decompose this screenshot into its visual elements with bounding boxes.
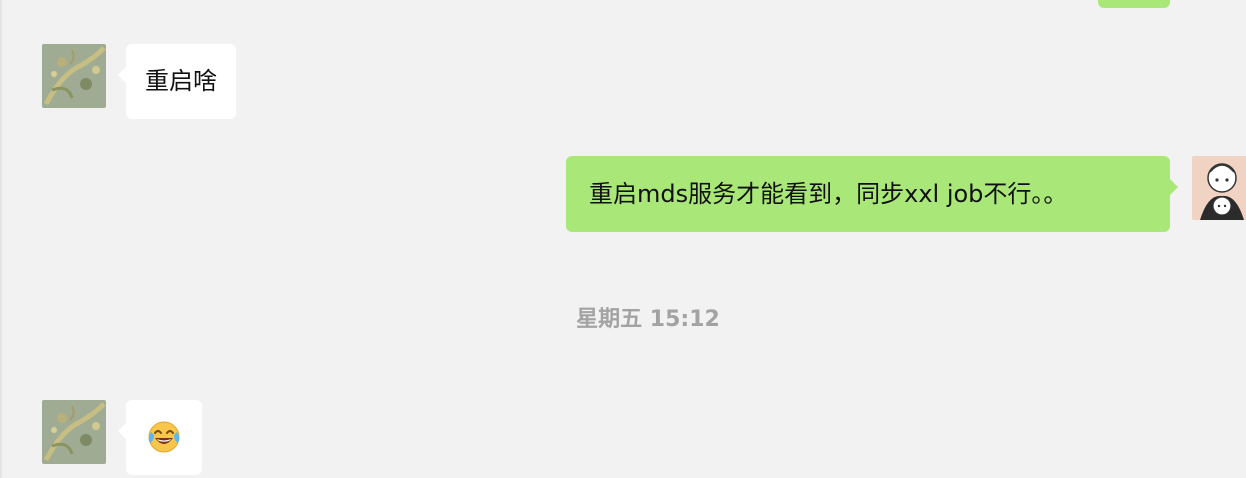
- bubble-tail: [118, 423, 126, 439]
- message-bubble-incoming[interactable]: 重启啥: [118, 44, 236, 119]
- contact-avatar[interactable]: [42, 400, 106, 464]
- message-bubble-outgoing[interactable]: 重启mds服务才能看到，同步xxl job不行。。: [566, 156, 1178, 232]
- contact-avatar-image: [42, 44, 106, 108]
- contact-avatar[interactable]: [42, 44, 106, 108]
- face-with-tears-of-joy-icon: [148, 421, 180, 453]
- contact-avatar-image: [42, 400, 106, 464]
- message-timestamp: 星期五 15:12: [576, 307, 720, 332]
- own-avatar[interactable]: [1192, 156, 1246, 220]
- message-bubble-incoming[interactable]: [118, 400, 202, 475]
- chat-pane-divider: [0, 0, 2, 478]
- message-text: 重启mds服务才能看到，同步xxl job不行。。: [589, 180, 1068, 208]
- bubble-tail: [1170, 179, 1178, 195]
- previous-outgoing-bubble[interactable]: [1098, 0, 1170, 8]
- chat-message-area[interactable]: 重启啥 重启mds服务才能看到，同步xxl job不行。。 星期五 15:12: [0, 0, 1246, 478]
- bubble-tail: [118, 67, 126, 83]
- message-text: 重启啥: [145, 67, 217, 95]
- own-avatar-image: [1192, 156, 1246, 220]
